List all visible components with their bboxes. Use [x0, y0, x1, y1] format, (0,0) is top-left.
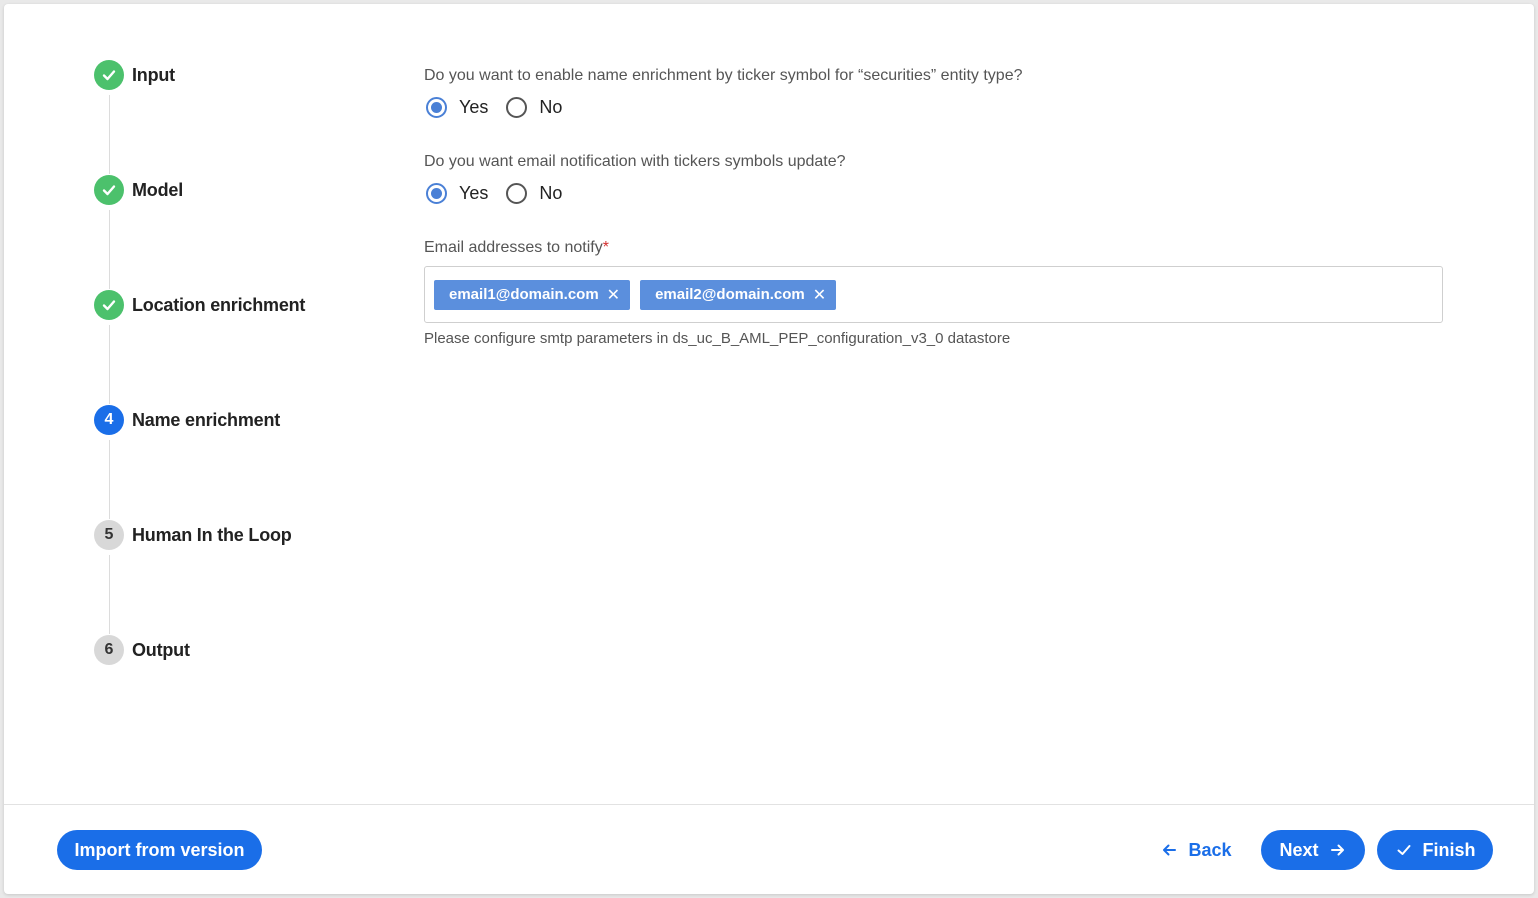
- email-chip[interactable]: email2@domain.com ✕: [640, 279, 837, 310]
- step-connector: [109, 95, 110, 174]
- radio-button[interactable]: [506, 182, 528, 204]
- footer-divider: [4, 804, 1534, 805]
- radio-button[interactable]: [506, 96, 528, 118]
- check-icon: [1395, 841, 1413, 859]
- close-icon[interactable]: ✕: [813, 285, 826, 305]
- radio-yes[interactable]: Yes: [426, 96, 489, 118]
- email-label-text: Email addresses to notify: [424, 239, 603, 256]
- check-icon: [94, 290, 124, 320]
- import-from-version-button[interactable]: Import from version: [57, 830, 262, 870]
- step-label: Human In the Loop: [132, 524, 292, 545]
- step-connector: [109, 325, 110, 404]
- step-number: 5: [94, 520, 124, 550]
- radio-label: No: [539, 182, 563, 203]
- email-chip[interactable]: email1@domain.com ✕: [434, 279, 631, 310]
- check-icon: [94, 60, 124, 90]
- arrow-left-icon: [1160, 841, 1178, 859]
- radio-no[interactable]: No: [506, 182, 563, 204]
- radio-button[interactable]: [426, 96, 447, 118]
- chip-label: email1@domain.com: [449, 286, 599, 303]
- radio-no[interactable]: No: [506, 96, 563, 118]
- radio-label: Yes: [459, 96, 489, 117]
- step-human-in-the-loop[interactable]: 5 Human In the Loop: [94, 519, 292, 551]
- required-marker: *: [602, 239, 609, 256]
- check-icon: [94, 175, 124, 205]
- radio-label: Yes: [459, 182, 489, 203]
- question-email-notification: Do you want email notification with tick…: [424, 153, 846, 170]
- radio-dot: [431, 101, 442, 113]
- step-label: Name enrichment: [132, 409, 281, 430]
- arrow-right-icon: [1329, 841, 1347, 859]
- email-field-label: Email addresses to notify*: [424, 239, 609, 257]
- radio-yes[interactable]: Yes: [426, 182, 489, 204]
- step-number: 4: [94, 405, 124, 435]
- step-location-enrichment[interactable]: Location enrichment: [94, 289, 305, 321]
- button-label: Finish: [1422, 839, 1476, 860]
- step-output[interactable]: 6 Output: [94, 634, 190, 666]
- step-label: Location enrichment: [132, 294, 306, 315]
- step-connector: [109, 440, 110, 519]
- step-label: Model: [132, 179, 183, 200]
- close-icon[interactable]: ✕: [607, 285, 620, 305]
- question-ticker-enrichment: Do you want to enable name enrichment by…: [424, 67, 1023, 84]
- step-label: Output: [132, 639, 190, 660]
- smtp-hint: Please configure smtp parameters in ds_u…: [424, 330, 1011, 347]
- radio-group-ticker-enrichment: Yes No: [426, 95, 580, 119]
- radio-button[interactable]: [426, 182, 447, 204]
- button-label: Import from version: [74, 839, 245, 860]
- step-input[interactable]: Input: [94, 59, 175, 91]
- finish-button[interactable]: Finish: [1377, 830, 1493, 870]
- chip-label: email2@domain.com: [655, 286, 805, 303]
- step-connector: [109, 555, 110, 634]
- button-label: Back: [1188, 839, 1232, 860]
- radio-dot: [431, 187, 442, 199]
- step-connector: [109, 210, 110, 289]
- step-name-enrichment[interactable]: 4 Name enrichment: [94, 404, 280, 436]
- step-number: 6: [94, 635, 124, 665]
- back-button[interactable]: Back: [1152, 830, 1240, 870]
- wizard-card: Input Model Location enrichment 4 Name e…: [4, 4, 1534, 894]
- radio-group-email-notification: Yes No: [426, 181, 580, 205]
- radio-label: No: [539, 96, 563, 117]
- email-chips-input[interactable]: email1@domain.com ✕ email2@domain.com ✕: [424, 266, 1443, 323]
- step-label: Input: [132, 64, 175, 85]
- button-label: Next: [1279, 839, 1319, 860]
- step-model[interactable]: Model: [94, 174, 183, 206]
- next-button[interactable]: Next: [1261, 830, 1365, 870]
